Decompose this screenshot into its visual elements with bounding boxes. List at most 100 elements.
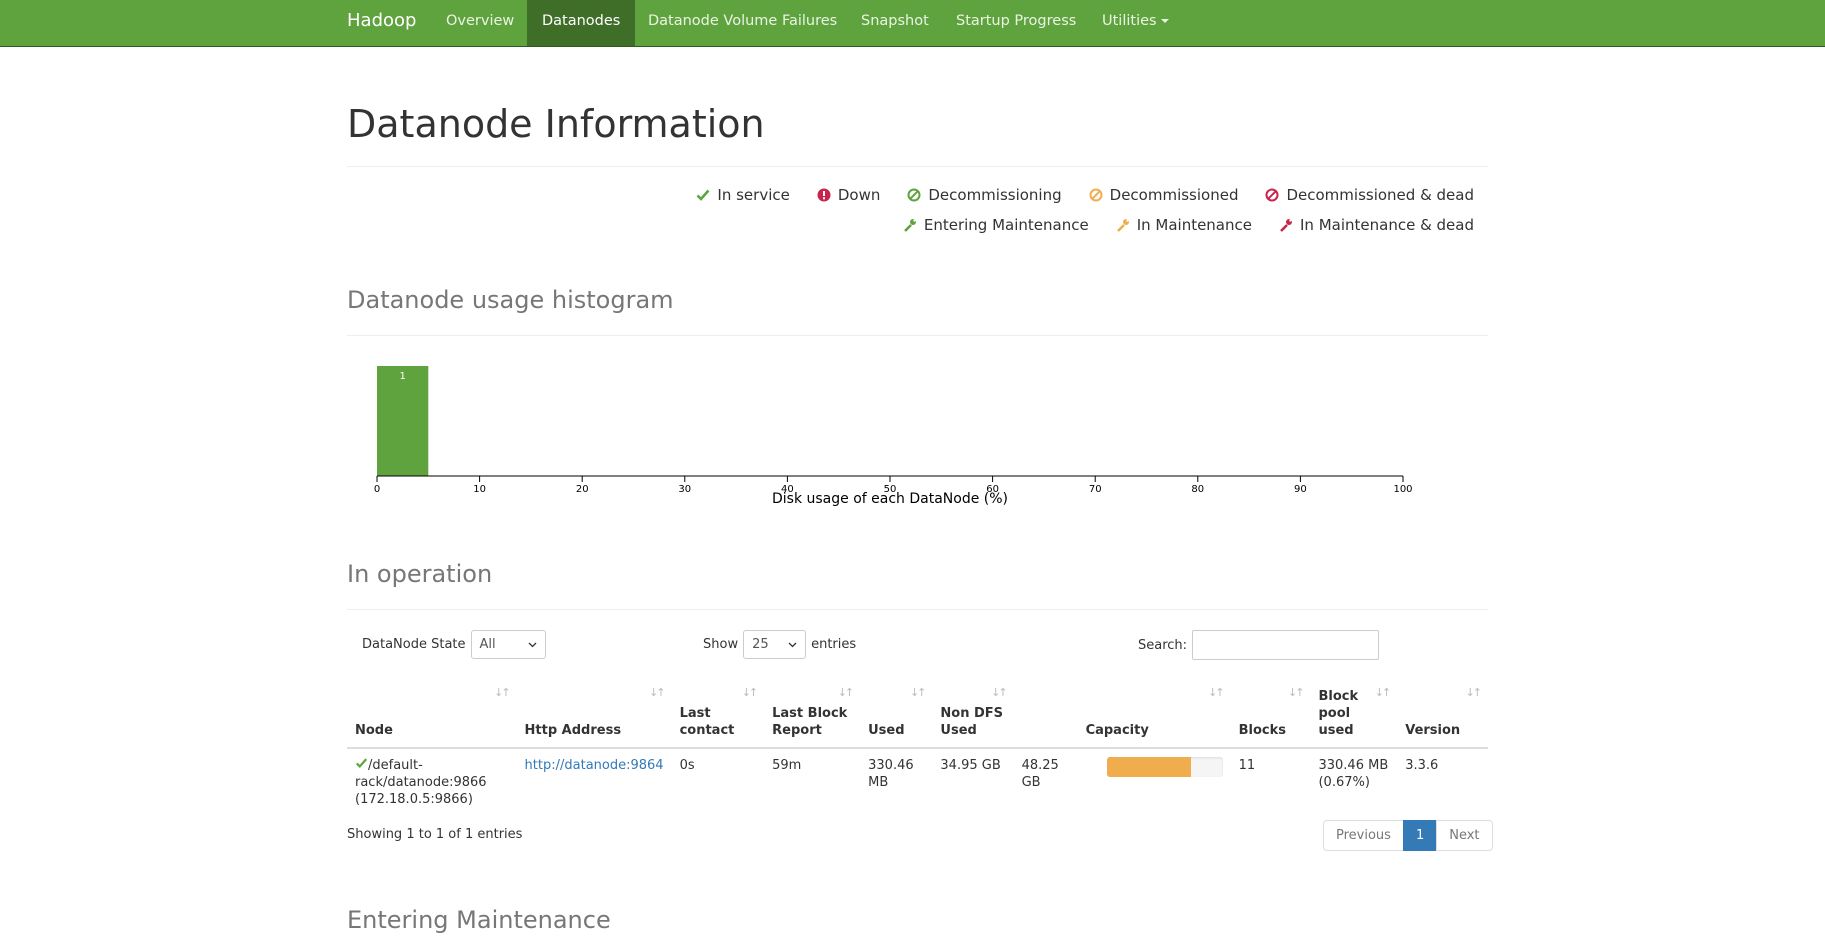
page-title: Datanode Information [347, 102, 765, 146]
table-info: Showing 1 to 1 of 1 entries [347, 827, 523, 842]
sort-icon: ↓↑ [909, 686, 927, 699]
previous-page-button[interactable]: Previous [1323, 820, 1404, 851]
usage-histogram-chart: 10 10 20 30 40 50 60 70 80 90 100Disk usage of eac… [374, 366, 1413, 507]
datanode-state-select[interactable]: All [470, 630, 546, 659]
col-header-non-dfs-used[interactable]: ↓↑ Non DFS Used [932, 680, 1014, 749]
cell-version: 3.3.6 [1405, 758, 1439, 773]
x-tick-label: 10 [473, 484, 486, 495]
sort-icon: ↓↑ [991, 686, 1008, 699]
nav-snapshot[interactable]: Snapshot [846, 0, 944, 46]
search-label: Search: [1138, 637, 1188, 653]
divider [347, 335, 1488, 336]
sort-icon: ↓↑ [837, 686, 855, 699]
col-header-capacity[interactable]: ↓↑ Capacity [1013, 680, 1231, 749]
datanode-state-label: DataNode State [362, 637, 466, 652]
col-header-version[interactable]: ↓↑ Version [1397, 680, 1488, 749]
divider [347, 609, 1488, 610]
legend-label: Decommissioning [928, 186, 1062, 204]
column-label: Used [868, 723, 905, 738]
chevron-down-icon [788, 642, 797, 647]
cell-block-pool-used: 330.46 MB (0.67%) [1318, 758, 1389, 790]
table-row: /default-rack/datanode:9866 (172.18.0.5:… [347, 748, 1488, 816]
nav-utilities-dropdown[interactable]: Utilities [1087, 0, 1184, 46]
cell-blocks: 11 [1238, 758, 1256, 773]
x-tick-label: 0 [374, 484, 380, 495]
sort-icon: ↓↑ [1465, 686, 1483, 699]
top-navbar: Hadoop Overview Datanodes Datanode Volum… [0, 0, 1825, 47]
cell-node: /default-rack/datanode:9866 (172.18.0.5:… [347, 748, 517, 816]
chevron-down-icon [528, 642, 536, 647]
ban-icon [1264, 187, 1280, 203]
legend-decommissioning: Decommissioning [906, 186, 1062, 204]
datanode-state-value: All [479, 637, 496, 652]
node-name: /default-rack/datanode:9866 (172.18.0.5:… [355, 758, 487, 807]
x-tick-label: 30 [678, 484, 691, 495]
histogram-heading: Datanode usage histogram [347, 286, 674, 314]
nav-startup-progress[interactable]: Startup Progress [941, 0, 1091, 46]
next-page-button[interactable]: Next [1436, 820, 1493, 851]
column-label: Blocks [1238, 723, 1286, 738]
x-tick-label: 80 [1191, 484, 1204, 495]
histogram-bar-label: 1 [399, 371, 405, 382]
datanode-state-filter: DataNode State All [362, 630, 546, 659]
nav-datanodes[interactable]: Datanodes [527, 0, 636, 46]
nav-datanode-volume-failures[interactable]: Datanode Volume Failures [633, 0, 852, 46]
page-1-button[interactable]: 1 [1402, 820, 1438, 851]
x-tick-label: 100 [1393, 484, 1412, 495]
http-address-link[interactable]: http://datanode:9864 [525, 758, 664, 773]
in-operation-heading: In operation [347, 560, 493, 588]
capacity-value: 48.25 GB [1021, 758, 1059, 790]
capacity-progress-bar [1107, 757, 1223, 777]
capacity-progress-fill [1107, 757, 1192, 777]
col-header-blocks[interactable]: ↓↑ Blocks [1230, 680, 1311, 749]
ban-icon [906, 187, 922, 203]
legend-in-service: In service [695, 186, 790, 204]
nav-utilities-label: Utilities [1102, 13, 1157, 29]
cell-last-contact: 0s [679, 758, 695, 773]
column-label: Node [355, 723, 393, 738]
x-tick-label: 70 [1089, 484, 1102, 495]
entering-maintenance-heading: Entering Maintenance [347, 906, 611, 934]
legend-entering-maintenance: Entering Maintenance [902, 216, 1089, 234]
cell-last-block-report: 59m [772, 758, 802, 773]
sort-icon: ↓↑ [494, 686, 511, 699]
x-axis-label: Disk usage of each DataNode (%) [772, 491, 1008, 507]
search-input[interactable] [1192, 630, 1380, 660]
legend-decommissioned: Decommissioned [1088, 186, 1239, 204]
histogram-bar [377, 366, 429, 476]
col-header-node[interactable]: ↓↑ Node [347, 680, 517, 749]
legend-in-maintenance-dead: In Maintenance & dead [1278, 216, 1474, 234]
legend-label: Decommissioned [1109, 186, 1239, 204]
sort-icon: ↓↑ [1288, 686, 1305, 699]
column-label: Last Block Report [772, 706, 848, 738]
cell-non-dfs-used: 34.95 GB [940, 758, 1001, 773]
page-length-select[interactable]: 25 [743, 630, 807, 659]
col-header-last-contact[interactable]: ↓↑ Last contact [671, 680, 765, 749]
brand-logo[interactable]: Hadoop [347, 0, 416, 46]
caret-down-icon [1160, 19, 1169, 23]
legend-label: Down [837, 186, 881, 204]
cell-capacity: 48.25 GB [1014, 748, 1231, 816]
nav-overview[interactable]: Overview [431, 0, 529, 46]
col-header-http-address[interactable]: ↓↑ Http Address [516, 680, 672, 749]
entries-label: entries [811, 637, 857, 652]
legend-label: In Maintenance & dead [1300, 216, 1474, 234]
check-icon [695, 187, 711, 203]
column-label: Block pool used [1318, 689, 1359, 738]
col-header-used[interactable]: ↓↑ Used [860, 680, 933, 749]
legend-row-2: Entering Maintenance In Maintenance In M… [902, 216, 1474, 234]
cell-used: 330.46 MB [868, 758, 914, 790]
page-length-value: 25 [752, 637, 769, 652]
ban-icon [1088, 187, 1104, 203]
x-tick-label: 20 [576, 484, 589, 495]
col-header-last-block-report[interactable]: ↓↑ Last Block Report [764, 680, 861, 749]
show-label: Show [703, 637, 739, 652]
divider [347, 166, 1488, 167]
sort-icon: ↓↑ [649, 686, 666, 699]
col-header-block-pool-used[interactable]: ↓↑ Block pool used [1310, 680, 1398, 749]
wrench-icon [1278, 217, 1294, 233]
legend-decommissioned-dead: Decommissioned & dead [1264, 186, 1474, 204]
pagination: Previous 1 Next [1323, 820, 1493, 851]
search-control: Search: [1138, 630, 1380, 660]
table-header-row: ↓↑ Node ↓↑ Http Address ↓↑ Last contact ↓↑ L… [347, 680, 1488, 749]
